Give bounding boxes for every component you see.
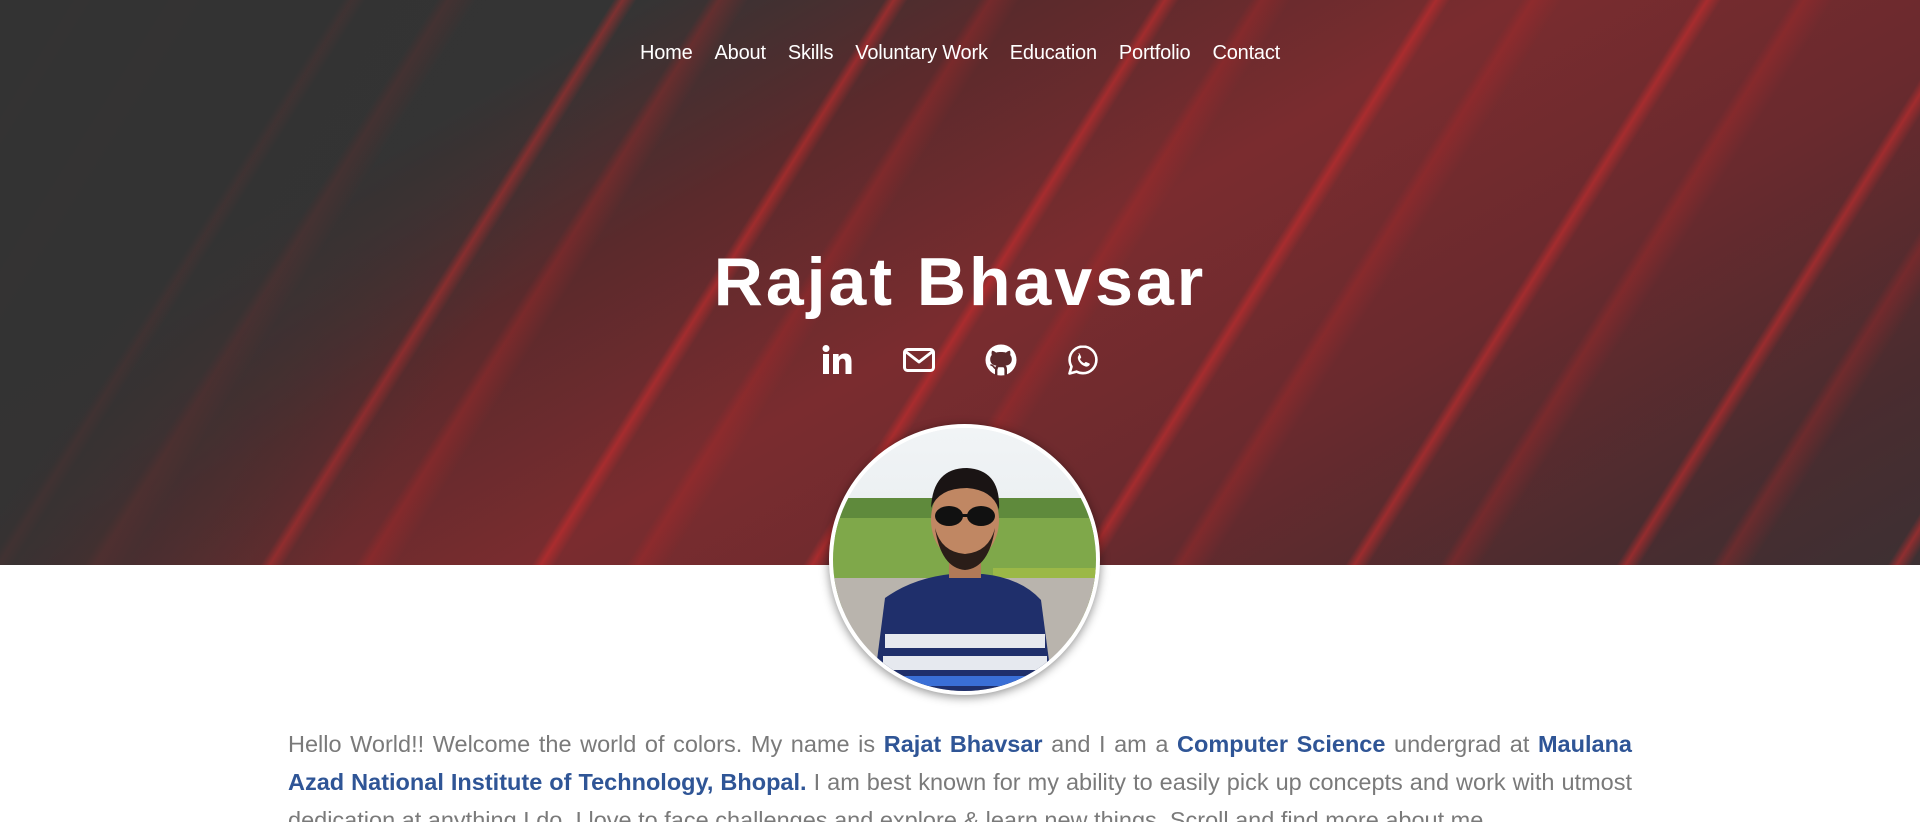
hero-name: Rajat Bhavsar [713,244,1207,320]
top-nav: Home About Skills Voluntary Work Educati… [0,42,1920,65]
mail-icon[interactable] [902,343,936,377]
nav-contact[interactable]: Contact [1212,42,1280,65]
nav-home[interactable]: Home [640,42,693,65]
intro-text-2: and I am a [1042,731,1178,757]
github-icon[interactable] [984,343,1018,377]
intro-highlight-name: Rajat Bhavsar [883,731,1043,757]
intro-highlight-field: Computer Science [1177,731,1386,757]
intro-text-1: Hello World!! Welcome the world of color… [288,731,884,757]
linkedin-icon[interactable] [820,343,854,377]
nav-portfolio[interactable]: Portfolio [1119,42,1191,65]
social-links [0,343,1920,377]
intro-text-3: undergrad at [1385,731,1538,757]
nav-voluntary-work[interactable]: Voluntary Work [855,42,988,65]
intro-paragraph: Hello World!! Welcome the world of color… [288,725,1632,822]
nav-skills[interactable]: Skills [788,42,834,65]
nav-about[interactable]: About [715,42,766,65]
nav-education[interactable]: Education [1010,42,1097,65]
profile-photo [829,424,1100,695]
whatsapp-icon[interactable] [1066,343,1100,377]
